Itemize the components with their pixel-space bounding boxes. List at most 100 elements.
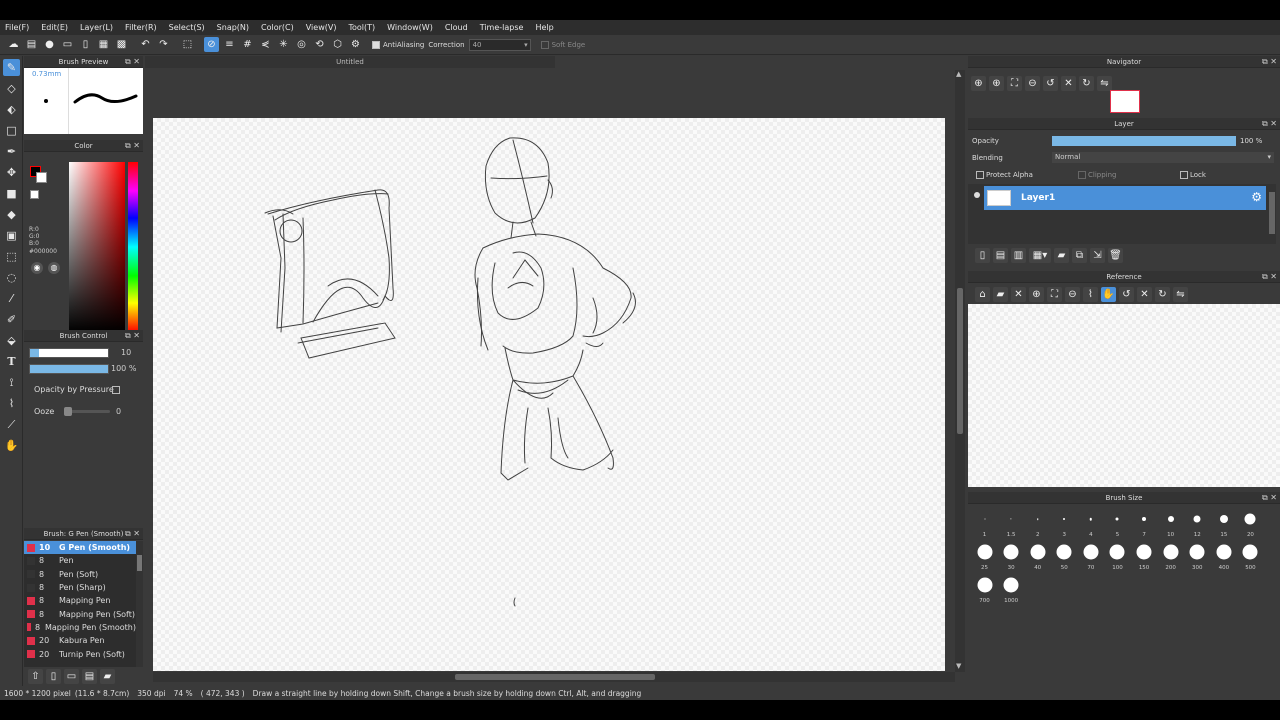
page-icon[interactable]: ▯ <box>78 37 93 52</box>
grid-icon[interactable]: ▩ <box>114 37 129 52</box>
clipping-checkbox[interactable] <box>1078 171 1086 179</box>
brush-size-preset[interactable]: 50 <box>1052 539 1077 572</box>
menu-select[interactable]: Select(S) <box>169 23 205 32</box>
menu-window[interactable]: Window(W) <box>387 23 433 32</box>
reference-eyedropper-icon[interactable]: ⌇ <box>1083 286 1098 302</box>
menu-file[interactable]: File(F) <box>5 23 29 32</box>
layer-list-scrollbar[interactable] <box>1268 184 1276 244</box>
gradient-tool-icon[interactable]: ▣ <box>3 227 20 244</box>
panel-buttons-icon[interactable]: ⧉ ✕ <box>125 529 140 539</box>
brush-size-slider[interactable] <box>29 348 109 358</box>
new-8bit-layer-icon[interactable]: ▥ <box>1011 247 1026 263</box>
reference-rotate-left-icon[interactable]: ↺ <box>1119 286 1134 302</box>
undo-icon[interactable]: ↶ <box>138 37 153 52</box>
brush-size-preset[interactable]: 70 <box>1078 539 1103 572</box>
blending-select[interactable]: Normal ▾ <box>1052 152 1274 163</box>
magic-wand-tool-icon[interactable]: ⁄ <box>3 290 20 307</box>
brush-size-preset[interactable]: 10 <box>1158 506 1183 539</box>
delete-layer-icon[interactable]: 🗑 <box>1108 247 1123 263</box>
brush-list-item[interactable]: 8 Mapping Pen <box>24 594 136 607</box>
reference-reset-icon[interactable]: ✕ <box>1137 286 1152 302</box>
brush-size-preset[interactable]: 15 <box>1211 506 1236 539</box>
brush-add-icon[interactable]: ▭ <box>64 668 79 684</box>
ooze-slider[interactable] <box>64 407 110 416</box>
menu-tool[interactable]: Tool(T) <box>348 23 375 32</box>
layer-list-scroll-thumb[interactable] <box>1269 192 1275 234</box>
brush-list-item[interactable]: 10 G Pen (Smooth) <box>24 541 136 555</box>
brush-list-scrollbar[interactable] <box>136 541 143 667</box>
brush-size-preset[interactable]: 100 <box>1105 539 1130 572</box>
reset-icon[interactable]: ✕ <box>1061 75 1076 91</box>
palette-add-icon[interactable]: ◍ <box>48 262 60 274</box>
deselect-icon[interactable]: ⬚ <box>180 37 195 52</box>
brush-size-preset[interactable]: 1 <box>972 506 997 539</box>
panel-buttons-icon[interactable]: ⧉ ✕ <box>125 57 140 67</box>
brush-size-preset[interactable]: 300 <box>1185 539 1210 572</box>
pen-tool-icon[interactable]: ✒ <box>3 143 20 160</box>
snap-parallel-icon[interactable]: ≡ <box>222 37 237 52</box>
rotate-left-icon[interactable]: ↺ <box>1043 75 1058 91</box>
snap-grid-icon[interactable]: # <box>240 37 255 52</box>
correction-select[interactable]: 40 <box>468 38 531 51</box>
reference-rotate-right-icon[interactable]: ↻ <box>1155 286 1170 302</box>
new-halftone-layer-icon[interactable]: ▤ <box>993 247 1008 263</box>
lasso-tool-icon[interactable]: ◌ <box>3 269 20 286</box>
swap-icon[interactable] <box>30 190 39 199</box>
divide-tool-icon[interactable]: ⟟ <box>3 374 20 391</box>
snap-off-icon[interactable]: ⊘ <box>204 37 219 52</box>
brush-size-preset[interactable]: 12 <box>1185 506 1210 539</box>
zoom-in-2-icon[interactable]: ⊕ <box>989 75 1004 91</box>
menu-layer[interactable]: Layer(L) <box>80 23 113 32</box>
flip-icon[interactable]: ⇋ <box>1097 75 1112 91</box>
menu-timelapse[interactable]: Time-lapse <box>480 23 524 32</box>
brush-up-icon[interactable]: ⇧ <box>28 668 43 684</box>
canvas-horizontal-scrollbar[interactable] <box>153 672 955 682</box>
brush-size-preset[interactable]: 1.5 <box>999 506 1024 539</box>
brush-size-preset[interactable]: 500 <box>1238 539 1263 572</box>
fit-icon[interactable]: ⛶ <box>1007 75 1022 91</box>
brush-size-preset[interactable]: 700 <box>972 572 997 605</box>
select-rect-tool-icon[interactable]: □ <box>3 122 20 139</box>
ooze-handle[interactable] <box>64 407 72 416</box>
canvas-vertical-scroll-thumb[interactable] <box>957 288 963 434</box>
panel-buttons-icon[interactable]: ⧉ ✕ <box>1262 272 1277 282</box>
brush-list-item[interactable]: 20 Kabura Pen <box>24 634 136 647</box>
move-tool-icon[interactable]: ✥ <box>3 164 20 181</box>
protect-alpha-checkbox[interactable] <box>976 171 984 179</box>
page-manager-icon[interactable]: ▦ <box>96 37 111 52</box>
redo-icon[interactable]: ↷ <box>156 37 171 52</box>
brush-size-preset[interactable]: 25 <box>972 539 997 572</box>
reference-view[interactable] <box>968 304 1280 487</box>
background-color-swatch[interactable] <box>36 172 47 183</box>
snap-circle-icon[interactable]: ◎ <box>294 37 309 52</box>
brush-new-icon[interactable]: ▯ <box>46 668 61 684</box>
scroll-down-icon[interactable]: ▼ <box>956 662 961 670</box>
menu-help[interactable]: Help <box>535 23 553 32</box>
navigator-thumbnail[interactable] <box>1110 90 1140 113</box>
reference-zoom-out-icon[interactable]: ⊖ <box>1065 286 1080 302</box>
snap-vanish-icon[interactable]: ⋞ <box>258 37 273 52</box>
canvas-horizontal-scroll-thumb[interactable] <box>455 674 655 680</box>
document-tab[interactable]: Untitled <box>145 56 555 68</box>
eraser-tool-icon[interactable]: ◇ <box>3 80 20 97</box>
layer-row-layer1[interactable]: Layer1 ⚙ <box>984 186 1266 210</box>
reference-open-icon[interactable]: ▰ <box>993 286 1008 302</box>
rotate-right-icon[interactable]: ↻ <box>1079 75 1094 91</box>
palette-icon[interactable]: ◉ <box>31 262 43 274</box>
snap-radial-icon[interactable]: ✳ <box>276 37 291 52</box>
menu-color[interactable]: Color(C) <box>261 23 294 32</box>
menu-edit[interactable]: Edit(E) <box>41 23 68 32</box>
speech-icon[interactable]: ● <box>42 37 57 52</box>
comic-icon[interactable]: ▭ <box>60 37 75 52</box>
bucket-tool-icon[interactable]: ◆ <box>3 206 20 223</box>
new-file-icon[interactable]: ▤ <box>24 37 39 52</box>
brush-list-item[interactable]: 8 Pen (Sharp) <box>24 581 136 594</box>
brush-size-preset[interactable]: 7 <box>1132 506 1157 539</box>
reference-home-icon[interactable]: ⌂ <box>975 286 990 302</box>
panel-buttons-icon[interactable]: ⧉ ✕ <box>1262 57 1277 67</box>
lock-checkbox[interactable] <box>1180 171 1188 179</box>
brush-list-item[interactable]: 8 Mapping Pen (Smooth) <box>24 621 136 634</box>
brush-size-preset[interactable]: 20 <box>1238 506 1263 539</box>
reference-close-icon[interactable]: ✕ <box>1011 286 1026 302</box>
canvas-vertical-scrollbar[interactable]: ▲ ▼ <box>955 70 965 672</box>
